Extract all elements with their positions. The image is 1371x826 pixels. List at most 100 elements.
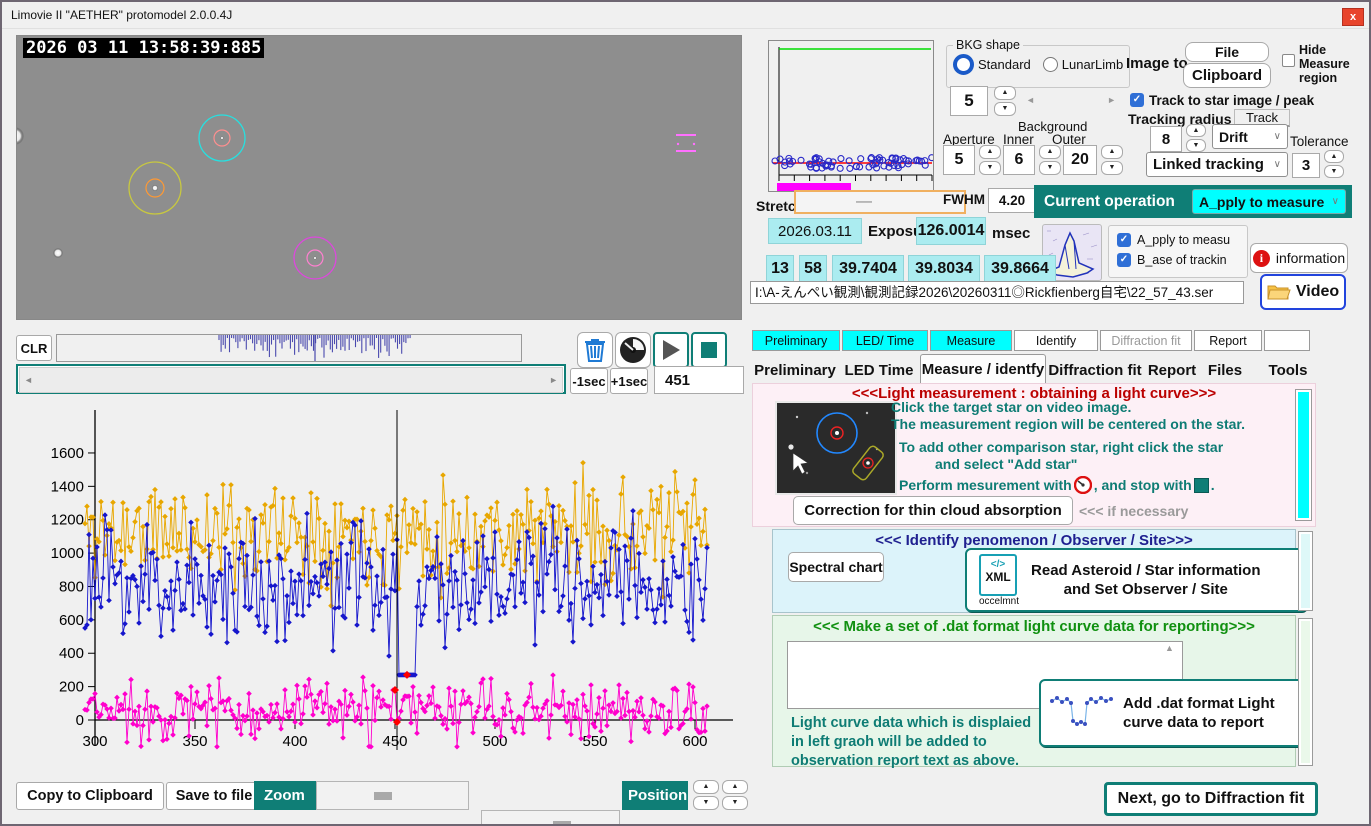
zoom-slider-label: Zoom <box>254 781 316 810</box>
scroll-right-arrow[interactable]: ► <box>549 375 558 385</box>
linked-tracking-select[interactable]: Linked tracking ∨ <box>1146 152 1288 177</box>
instruction-line1: Click the target star on video image. <box>891 399 1132 415</box>
section1-scrollbar[interactable] <box>1295 389 1312 521</box>
tolerance-spin-up[interactable]: ▲ <box>1324 150 1344 163</box>
add-dat-button[interactable]: Add .dat format Light curve data to repo… <box>1039 679 1305 747</box>
image-to-file-button[interactable]: File <box>1185 42 1269 62</box>
base-of-tracking-checkbox[interactable]: ✓ <box>1117 253 1131 267</box>
thin-cloud-correction-button[interactable]: Correction for thin cloud absorption <box>793 496 1073 525</box>
standard-radio[interactable] <box>953 54 974 75</box>
position-slider[interactable] <box>481 810 620 824</box>
position-slider-thumb[interactable] <box>553 820 572 824</box>
time-hour-field: 13 <box>766 255 794 282</box>
stretch-slider[interactable]: — <box>794 190 966 214</box>
current-operation-select[interactable]: A_pply to measure ∨ <box>1192 189 1346 214</box>
status-tab-diffraction[interactable]: Diffraction fit <box>1100 330 1192 351</box>
frames-spin-up[interactable]: ▲ <box>994 86 1016 100</box>
preview-scrollbar[interactable]: ◄ ► <box>1024 92 1118 108</box>
tab-files[interactable]: Files <box>1202 357 1248 383</box>
tab-diffraction-fit[interactable]: Diffraction fit <box>1048 357 1142 383</box>
copy-to-clipboard-button[interactable]: Copy to Clipboard <box>16 782 164 810</box>
tracking-radius-field[interactable]: 8 <box>1150 126 1182 152</box>
stop-button[interactable] <box>691 332 727 368</box>
clear-button[interactable]: CLR <box>16 335 52 361</box>
report-note: Light curve data which is displaied in l… <box>791 715 1032 769</box>
tracking-radius-spin-down[interactable]: ▼ <box>1186 139 1206 152</box>
track-to-star-checkbox[interactable]: ✓ <box>1130 93 1144 107</box>
video-frame[interactable]: 2026 03 11 13:58:39:885 <box>6 35 742 320</box>
drift-select[interactable]: Drift ∨ <box>1212 124 1288 149</box>
read-occelmnt-button[interactable]: </> XML occelmnt Read Asteroid / Star in… <box>965 548 1307 612</box>
next-diffraction-button[interactable]: Next, go to Diffraction fit <box>1104 782 1318 816</box>
scroll-left-arrow[interactable]: ◄ <box>24 375 33 385</box>
status-tab-report[interactable]: Report <box>1194 330 1262 351</box>
bkg-shape-group: BKG shape Standard LunarLimb <box>946 38 1131 88</box>
tab-measure-identify[interactable]: Measure / identfy <box>920 354 1046 383</box>
frames-spinner-field[interactable]: 5 <box>950 86 988 116</box>
position-spin-down[interactable]: ▼ <box>722 796 748 810</box>
plus-1sec-button[interactable]: +1sec <box>610 368 648 394</box>
aperture-spin-down[interactable]: ▼ <box>979 161 1001 175</box>
minus-1sec-button[interactable]: -1sec <box>570 368 608 394</box>
status-tab-led-time[interactable]: LED/ Time <box>842 330 928 351</box>
open-video-button[interactable]: Video <box>1260 274 1346 310</box>
hide-measure-checkbox[interactable] <box>1282 54 1295 67</box>
outer-spin-up[interactable]: ▲ <box>1101 145 1123 159</box>
status-tab-measure[interactable]: Measure <box>930 330 1012 351</box>
inner-spin-down[interactable]: ▼ <box>1039 161 1061 175</box>
msec-label: msec <box>992 225 1031 242</box>
frame-number-field[interactable]: 451 <box>654 366 744 394</box>
apply-to-measure-label: A_pply to measu <box>1137 233 1231 247</box>
status-tab-blank[interactable] <box>1264 330 1310 351</box>
save-to-file-button[interactable]: Save to file <box>166 782 262 810</box>
tracking-radius-spin-up[interactable]: ▲ <box>1186 124 1206 137</box>
lunarlimb-radio-label: LunarLimb <box>1061 57 1124 72</box>
file-path-field[interactable]: I:\A-えんぺい観測\観測記録2026\20260311◎Rickfienbe… <box>750 281 1244 304</box>
outer-spin-down[interactable]: ▼ <box>1101 161 1123 175</box>
time-sec1-field: 39.7404 <box>832 255 904 282</box>
inner-field[interactable]: 6 <box>1003 145 1035 175</box>
tab-preliminary[interactable]: Preliminary <box>752 357 838 383</box>
aperture-spin-up[interactable]: ▲ <box>979 145 1001 159</box>
gauge-icon <box>620 337 646 363</box>
close-button[interactable]: x <box>1342 8 1364 26</box>
section3-scrollbar[interactable] <box>1298 618 1313 766</box>
frames-spin-down[interactable]: ▼ <box>994 102 1016 116</box>
status-tab-identify[interactable]: Identify <box>1014 330 1098 351</box>
tolerance-spin-down[interactable]: ▼ <box>1324 165 1344 178</box>
outer-field[interactable]: 20 <box>1063 145 1097 175</box>
zoom-spin-down[interactable]: ▼ <box>693 796 719 810</box>
preview-scroll-left[interactable]: ◄ <box>1026 95 1035 105</box>
delete-button[interactable] <box>577 332 613 368</box>
information-button[interactable]: i information <box>1250 243 1348 273</box>
zoom-spin-up[interactable]: ▲ <box>693 780 719 794</box>
measure-run-button[interactable] <box>615 332 651 368</box>
section2-scrollbar[interactable] <box>1298 531 1313 611</box>
status-tab-preliminary[interactable]: Preliminary <box>752 330 840 351</box>
spectral-chart-button[interactable]: Spectral chart <box>788 552 884 582</box>
zoom-slider[interactable] <box>316 781 469 810</box>
instruction-line3: To add other comparison star, right clic… <box>899 439 1224 455</box>
video-noise <box>6 36 741 319</box>
zoom-slider-thumb[interactable] <box>374 791 393 800</box>
tab-report[interactable]: Report <box>1144 357 1200 383</box>
inner-spin-up[interactable]: ▲ <box>1039 145 1061 159</box>
aperture-field[interactable]: 5 <box>943 145 975 175</box>
apply-to-measure-checkbox[interactable]: ✓ <box>1117 233 1131 247</box>
svg-text:500: 500 <box>482 733 507 750</box>
frame-scrollbar[interactable]: ◄ ► <box>16 364 566 394</box>
tab-led-time[interactable]: LED Time <box>840 357 918 383</box>
lunarlimb-radio[interactable] <box>1042 57 1058 72</box>
tab-tools[interactable]: Tools <box>1262 357 1314 383</box>
tolerance-field[interactable]: 3 <box>1292 153 1320 178</box>
stretch-slider-thumb[interactable]: — <box>856 193 872 211</box>
info-icon: i <box>1252 249 1270 267</box>
preview-scroll-right[interactable]: ► <box>1107 95 1116 105</box>
position-spin-up[interactable]: ▲ <box>722 780 748 794</box>
xml-file-icon: </> XML occelmnt <box>979 553 1019 607</box>
report-data-title: <<< Make a set of .dat format light curv… <box>813 618 1255 635</box>
report-data-section: <<< Make a set of .dat format light curv… <box>772 615 1305 769</box>
time-sec3-field: 39.8664 <box>984 255 1056 282</box>
image-to-clipboard-button[interactable]: Clipboard <box>1183 63 1271 88</box>
play-button[interactable] <box>653 332 689 368</box>
